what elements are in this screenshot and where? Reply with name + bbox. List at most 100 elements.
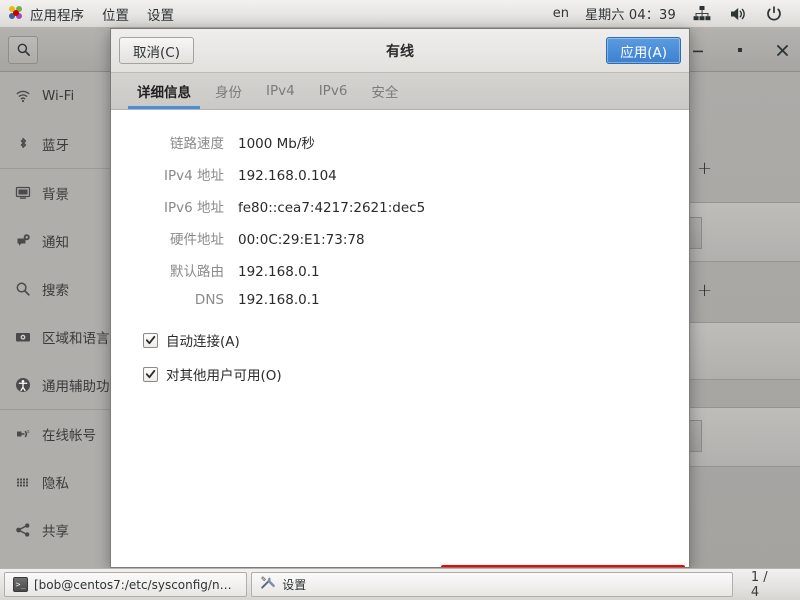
- search-icon: [17, 43, 30, 56]
- sidebar-item-label: 隐私: [42, 476, 69, 492]
- apply-button[interactable]: 应用(A): [606, 37, 681, 64]
- available-to-others-checkbox-row[interactable]: 对其他用户可用(O): [111, 364, 689, 384]
- sidebar-item-label: 搜索: [42, 283, 69, 299]
- detail-label: 链路速度: [170, 136, 224, 152]
- terminal-icon: >_: [13, 577, 28, 592]
- sidebar-item-label: 共享: [42, 524, 69, 540]
- places-menu[interactable]: 位置: [93, 2, 138, 26]
- privacy-icon: [14, 474, 31, 491]
- tab-details[interactable]: 详细信息: [125, 73, 203, 109]
- workspace-indicator[interactable]: 1 / 4: [741, 570, 788, 600]
- network-icon[interactable]: [684, 2, 720, 26]
- settings-sidebar[interactable]: Wi-Fi 蓝牙 背景 通知 搜索 区域和语言 通用辅助功 s 在线帐号 隐私 …: [0, 72, 112, 568]
- dialog-tabs: 详细信息 身份 IPv4 IPv6 安全: [111, 73, 689, 110]
- network-icon-glyph: [693, 5, 711, 20]
- connection-card-2[interactable]: [682, 322, 800, 380]
- detail-row: IPv6 地址 fe80::cea7:4217:2621:dec5: [136, 196, 689, 216]
- sidebar-item-label: 通用辅助功能: [42, 379, 111, 395]
- auto-connect-label: 自动连接(A): [166, 334, 240, 350]
- detail-row: 链路速度 1000 Mb/秒: [136, 132, 689, 152]
- taskbar-item-settings[interactable]: 设置: [251, 572, 733, 597]
- sidebar-item-online-accounts[interactable]: s 在线帐号: [0, 410, 111, 458]
- sidebar-item-label: Wi-Fi: [42, 88, 75, 104]
- wired-connection-dialog: 取消(C) 有线 应用(A) 详细信息 身份 IPv4 IPv6 安全 链路速度…: [110, 28, 690, 568]
- taskbar-item-label: [bob@centos7:/etc/sysconfig/netw⋯: [34, 577, 239, 592]
- sidebar-item-privacy[interactable]: 隐私: [0, 458, 111, 506]
- sidebar-item-sharing[interactable]: 共享: [0, 506, 111, 554]
- gnome-logo-icon: [9, 6, 24, 21]
- taskbar-item-terminal[interactable]: >_ [bob@centos7:/etc/sysconfig/netw⋯: [4, 572, 248, 597]
- sidebar-item-label: 通知: [42, 235, 69, 251]
- minimize-button[interactable]: [690, 42, 706, 58]
- top-panel-menus: 应用程序 位置 设置: [0, 2, 183, 26]
- top-panel: 应用程序 位置 设置 en 星期六 04：39: [0, 0, 800, 28]
- detail-value: 192.168.0.104: [238, 168, 337, 184]
- sidebar-item-search[interactable]: 搜索: [0, 265, 111, 313]
- tab-ipv6[interactable]: IPv6: [307, 73, 360, 109]
- maximize-icon: [738, 48, 742, 52]
- detail-value: 1000 Mb/秒: [238, 136, 315, 152]
- power-icon-glyph: [767, 5, 781, 21]
- detail-value: 192.168.0.1: [238, 264, 320, 280]
- sidebar-item-notifications[interactable]: 通知: [0, 217, 111, 265]
- window-controls: [690, 28, 790, 72]
- clock[interactable]: 星期六 04：39: [577, 2, 684, 25]
- sidebar-item-label: 蓝牙: [42, 138, 69, 154]
- detail-value: fe80::cea7:4217:2621:dec5: [238, 200, 426, 216]
- sidebar-item-wifi[interactable]: Wi-Fi: [0, 72, 111, 120]
- taskbar: >_ [bob@centos7:/etc/sysconfig/netw⋯ 设置 …: [0, 568, 800, 600]
- detail-row: 硬件地址 00:0C:29:E1:73:78: [136, 228, 689, 248]
- notification-icon: [14, 233, 31, 250]
- tab-ipv4[interactable]: IPv4: [254, 73, 307, 109]
- add-connection-button-2[interactable]: +: [697, 282, 712, 300]
- sidebar-item-region-language[interactable]: 区域和语言: [0, 313, 111, 361]
- sharing-icon: [14, 522, 31, 539]
- details-list: 链路速度 1000 Mb/秒 IPv4 地址 192.168.0.104 IPv…: [111, 132, 689, 308]
- volume-icon[interactable]: [720, 2, 756, 26]
- sidebar-item-accessibility[interactable]: 通用辅助功能: [0, 361, 111, 409]
- applications-menu[interactable]: 应用程序: [0, 2, 93, 26]
- available-to-others-label: 对其他用户可用(O): [166, 368, 282, 384]
- tab-identity[interactable]: 身份: [203, 73, 254, 109]
- accessibility-icon: [14, 377, 31, 394]
- keyboard-layout-label: en: [552, 6, 569, 21]
- settings-menu-label: 设置: [147, 7, 174, 24]
- svg-text:s: s: [27, 429, 30, 435]
- check-icon: [145, 335, 155, 345]
- auto-connect-checkbox-row[interactable]: 自动连接(A): [111, 330, 689, 350]
- auto-connect-checkbox[interactable]: [143, 332, 158, 348]
- taskbar-item-label: 设置: [282, 578, 307, 592]
- detail-label: 默认路由: [170, 264, 224, 280]
- places-menu-label: 位置: [102, 7, 129, 24]
- volume-icon-glyph: [731, 7, 745, 20]
- sidebar-item-label: 在线帐号: [42, 428, 96, 444]
- close-button[interactable]: [774, 42, 790, 58]
- tab-security[interactable]: 安全: [359, 73, 410, 109]
- sidebar-item-background[interactable]: 背景: [0, 169, 111, 217]
- detail-row: DNS 192.168.0.1: [136, 292, 689, 308]
- search-icon: [14, 281, 31, 298]
- remove-button-highlight: [441, 565, 685, 567]
- detail-row: 默认路由 192.168.0.1: [136, 260, 689, 280]
- wifi-icon: [14, 88, 31, 105]
- detail-value: 00:0C:29:E1:73:78: [238, 232, 365, 248]
- online-accounts-icon: s: [14, 426, 31, 443]
- available-to-others-checkbox[interactable]: [143, 366, 158, 382]
- keyboard-layout-indicator[interactable]: en: [545, 4, 577, 23]
- maximize-button[interactable]: [732, 42, 748, 58]
- cancel-button[interactable]: 取消(C): [119, 37, 194, 64]
- close-icon: [776, 44, 788, 56]
- detail-label: IPv6 地址: [164, 200, 224, 216]
- clock-label: 星期六 04：39: [584, 8, 676, 23]
- background-icon: [14, 185, 31, 202]
- sidebar-item-bluetooth[interactable]: 蓝牙: [0, 120, 111, 168]
- add-connection-button-1[interactable]: +: [697, 160, 712, 178]
- settings-menu[interactable]: 设置: [138, 2, 183, 26]
- power-icon[interactable]: [756, 2, 792, 26]
- sidebar-item-label: 背景: [42, 187, 69, 203]
- minimize-icon: [693, 50, 703, 53]
- detail-label: 硬件地址: [170, 232, 224, 248]
- bluetooth-icon: [14, 136, 31, 153]
- settings-search-button[interactable]: [8, 35, 38, 64]
- detail-label: IPv4 地址: [164, 168, 224, 184]
